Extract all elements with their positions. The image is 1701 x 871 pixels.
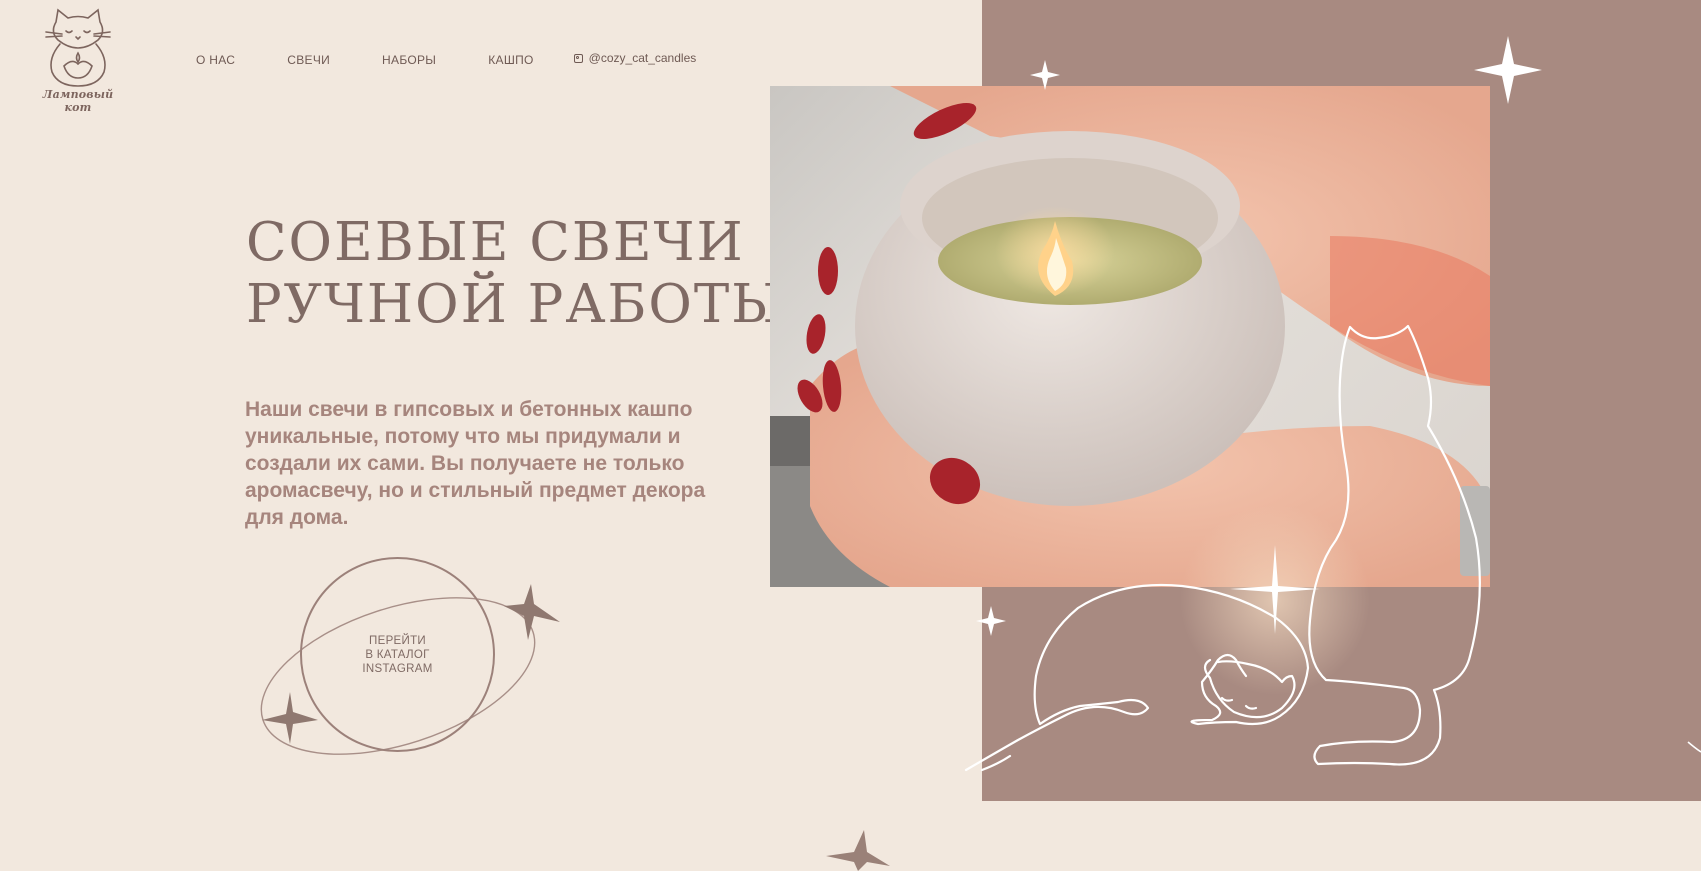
hero-description: Наши свечи в гипсовых и бетонных кашпо у… [245,398,706,529]
hero-photo [770,86,1490,587]
brand-logo[interactable]: Ламповый кот [28,6,128,114]
nav-about[interactable]: О НАС [196,53,235,67]
hero-title: СОЕВЫЕ СВЕЧИ РУЧНОЙ РАБОТЫ [246,212,785,336]
candle-in-hands-image [770,86,1490,587]
top-navigation: О НАС СВЕЧИ НАБОРЫ КАШПО @cozy_cat_candl… [196,50,696,70]
instagram-icon [573,53,583,63]
nav-sets[interactable]: НАБОРЫ [382,53,436,67]
cta-label: ПЕРЕЙТИ В КАТАЛОГ INSTAGRAM [362,634,433,675]
nav-planters[interactable]: КАШПО [488,53,533,67]
catalog-instagram-button[interactable]: ПЕРЕЙТИ В КАТАЛОГ INSTAGRAM [300,557,495,752]
instagram-handle: @cozy_cat_candles [588,51,697,65]
hero-title-line1: СОЕВЫЕ СВЕЧИ [246,212,745,273]
logo-caption: Ламповый кот [42,88,114,114]
cat-logo-icon [45,8,111,87]
instagram-link[interactable]: @cozy_cat_candles [573,51,697,65]
nav-candles[interactable]: СВЕЧИ [287,53,330,67]
hero-title-line2: РУЧНОЙ РАБОТЫ [246,274,786,335]
sparkle-icon [826,830,890,871]
